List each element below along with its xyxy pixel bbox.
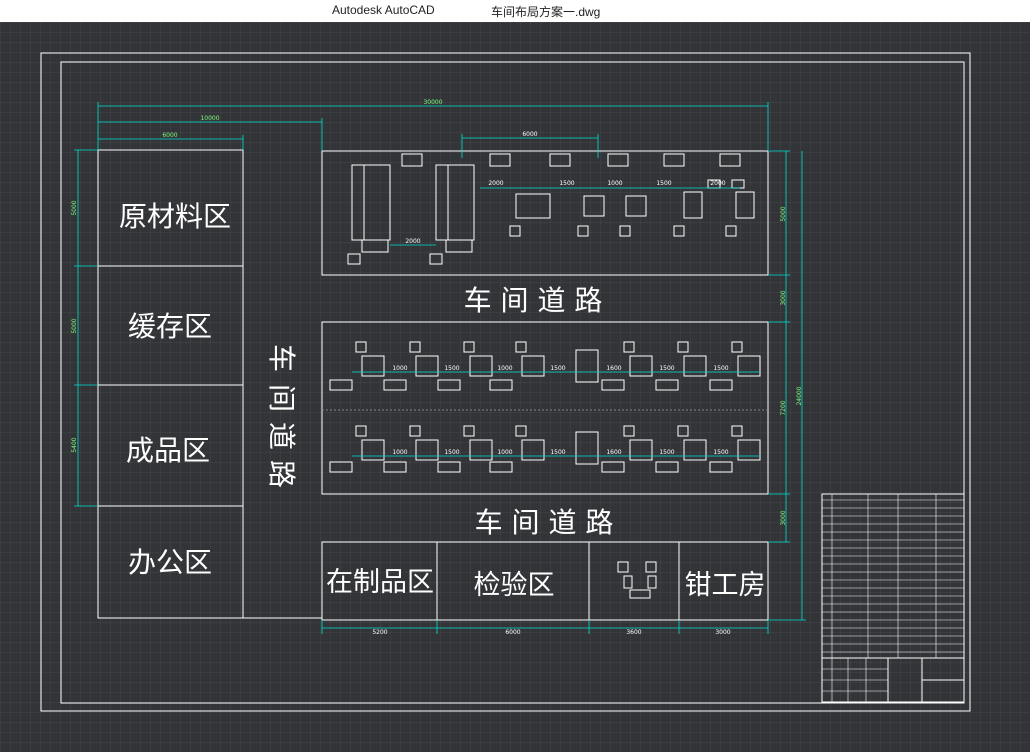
dim-row2-6: 1500	[659, 365, 674, 372]
dim-row1-5: 2000	[710, 180, 725, 187]
dim-row3-1: 1000	[392, 449, 407, 456]
zone-finished-label: 成品区	[126, 434, 210, 467]
dim-row3-6: 1500	[659, 449, 674, 456]
dim-left-3: 5400	[71, 437, 78, 452]
dim-right-4: 3000	[780, 510, 787, 525]
machine-row1-3[interactable]	[625, 195, 647, 217]
dim-bottom-3: 3600	[626, 629, 641, 636]
dim-bottom-1: 5200	[372, 629, 387, 636]
dim-top-mid: 10000	[200, 115, 219, 122]
dim-row3-7: 1500	[713, 449, 728, 456]
dim-right-total: 24000	[796, 386, 803, 405]
zone-fitter-label: 钳工房	[685, 570, 766, 601]
dim-bottom-4: 3000	[715, 629, 730, 636]
dim-row2-2: 1500	[444, 365, 459, 372]
road-label-upper: 车 间 道 路	[464, 284, 603, 317]
zone-wip-label: 在制品区	[326, 567, 434, 598]
zone-buffer-label: 缓存区	[128, 310, 212, 343]
dim-left-2: 5000	[71, 318, 78, 333]
dim-row1-3: 1000	[607, 180, 622, 187]
machine-row1-5[interactable]	[735, 191, 755, 219]
title-block-table	[822, 494, 964, 702]
dim-row2-1: 1000	[392, 365, 407, 372]
dim-row2-5: 1600	[606, 365, 621, 372]
dim-row2-4: 1500	[550, 365, 565, 372]
drawing-canvas[interactable]: 原材料区 缓存区 成品区 办公区 在制品区 检验区 钳工房 车 间 道 路 车 …	[0, 22, 1030, 752]
dim-top-span: 6000	[522, 131, 537, 138]
zone-office-label: 办公区	[128, 546, 212, 579]
dim-row3-2: 1500	[444, 449, 459, 456]
dim-left-1: 5000	[71, 200, 78, 215]
road-vertical-char-1: 车	[265, 344, 298, 372]
dim-top-total: 30000	[423, 99, 442, 106]
cad-drawing[interactable]: 原材料区 缓存区 成品区 办公区 在制品区 检验区 钳工房 车 间 道 路 车 …	[0, 22, 1030, 752]
road-vertical-char-3: 道	[265, 422, 298, 450]
title-block[interactable]	[821, 493, 965, 703]
machine-row1-4[interactable]	[683, 191, 703, 219]
dim-right-2: 3000	[780, 290, 787, 305]
window-titlebar: Autodesk AutoCAD 车间布局方案一.dwg	[0, 0, 1030, 22]
dim-row1-1: 2000	[488, 180, 503, 187]
road-vertical-char-4: 路	[265, 460, 298, 488]
dim-top-left: 6000	[162, 132, 177, 139]
dim-row2-7: 1500	[713, 365, 728, 372]
dim-row2-3: 1000	[497, 365, 512, 372]
zone-raw-material-label: 原材料区	[119, 200, 231, 233]
file-name: 车间布局方案一.dwg	[491, 5, 601, 19]
app-title: Autodesk AutoCAD	[332, 3, 435, 17]
dim-row3-4: 1500	[550, 449, 565, 456]
production-area-1[interactable]	[321, 150, 769, 276]
machine-row1-1[interactable]	[515, 193, 551, 219]
road-label-lower: 车 间 道 路	[475, 506, 614, 539]
dim-row1-gap: 2000	[405, 238, 420, 245]
road-vertical-char-2: 间	[265, 384, 298, 412]
zone-inspection-label: 检验区	[474, 570, 555, 601]
dim-bottom-2: 6000	[505, 629, 520, 636]
machine-large-2[interactable]	[435, 164, 475, 241]
dim-row1-4: 1500	[656, 180, 671, 187]
dim-right-3: 7200	[780, 400, 787, 415]
dim-row3-5: 1600	[606, 449, 621, 456]
machine-row1-2[interactable]	[583, 195, 605, 217]
dim-row3-3: 1000	[497, 449, 512, 456]
dim-right-1: 5000	[780, 206, 787, 221]
dim-row1-2: 1500	[559, 180, 574, 187]
production-area-2[interactable]	[321, 321, 769, 495]
zone-small-room-box[interactable]	[588, 541, 680, 621]
machine-large-1[interactable]	[351, 164, 391, 241]
